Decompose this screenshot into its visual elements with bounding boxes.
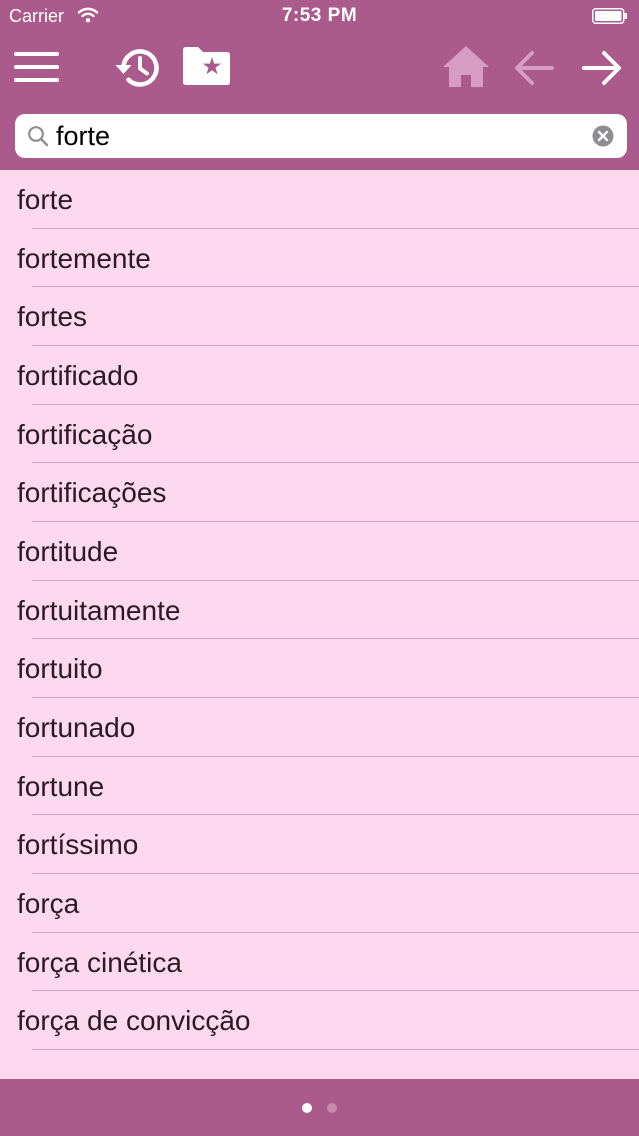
word-label: forte xyxy=(17,184,74,215)
history-icon xyxy=(115,49,159,87)
word-label: fortunado xyxy=(17,711,136,743)
word-label: fortíssimo xyxy=(17,829,139,861)
word-row[interactable]: fortitude xyxy=(0,522,639,581)
favorites-folder-icon xyxy=(183,47,230,85)
word-label: fortune xyxy=(17,770,105,802)
word-label: fortes xyxy=(17,301,88,333)
word-row[interactable]: fortes xyxy=(0,287,639,346)
word-row[interactable]: fortificação xyxy=(0,405,639,464)
word-label: fortificado xyxy=(17,359,139,391)
battery-icon xyxy=(592,8,628,24)
page-dot-inactive[interactable] xyxy=(327,1103,337,1113)
word-label: fortitude xyxy=(17,535,119,567)
word-row[interactable]: fortíssimo xyxy=(0,815,639,874)
back-arrow-icon xyxy=(515,51,554,85)
word-label: fortuitamente xyxy=(17,594,181,626)
word-label: fortuito xyxy=(17,653,103,685)
word-label: força cinética xyxy=(17,946,182,978)
search-icon xyxy=(27,125,49,147)
word-list: forte fortemente fortes fortificado fort… xyxy=(0,170,639,1050)
word-row[interactable]: fortuito xyxy=(0,639,639,698)
page-indicator-bar xyxy=(0,1079,639,1136)
word-label: força xyxy=(17,887,80,919)
word-row[interactable]: fortemente xyxy=(0,229,639,288)
clear-search-button[interactable] xyxy=(592,125,614,147)
search-bar xyxy=(15,114,627,158)
word-label: força de convicção xyxy=(17,1005,251,1037)
toolbar xyxy=(0,33,639,170)
word-row[interactable]: fortuitamente xyxy=(0,581,639,640)
word-label: fortificação xyxy=(17,418,153,450)
word-label: fortemente xyxy=(17,242,151,274)
menu-button[interactable] xyxy=(14,51,60,83)
page-dot-active[interactable] xyxy=(302,1103,312,1113)
word-row[interactable]: força cinética xyxy=(0,933,639,992)
menu-icon xyxy=(14,52,59,82)
word-row[interactable]: fortificado xyxy=(0,346,639,405)
back-button[interactable] xyxy=(514,50,554,86)
clock: 7:53 PM xyxy=(281,5,358,26)
word-row[interactable]: fortune xyxy=(0,757,639,816)
word-row[interactable]: fortunado xyxy=(0,698,639,757)
word-row[interactable]: força de convicção xyxy=(0,991,639,1050)
search-input[interactable] xyxy=(56,118,586,154)
forward-arrow-icon xyxy=(582,51,621,85)
word-row[interactable]: fortificações xyxy=(0,463,639,522)
word-row[interactable]: força xyxy=(0,874,639,933)
history-button[interactable] xyxy=(112,46,164,90)
home-icon xyxy=(443,46,489,87)
word-row[interactable]: forte xyxy=(0,170,639,229)
home-button[interactable] xyxy=(443,46,489,88)
favorites-button[interactable] xyxy=(183,46,231,86)
status-bar: Carrier 7:53 PM xyxy=(0,0,639,33)
clear-icon xyxy=(592,125,614,147)
word-label: fortificações xyxy=(17,477,167,509)
forward-button[interactable] xyxy=(582,50,622,86)
